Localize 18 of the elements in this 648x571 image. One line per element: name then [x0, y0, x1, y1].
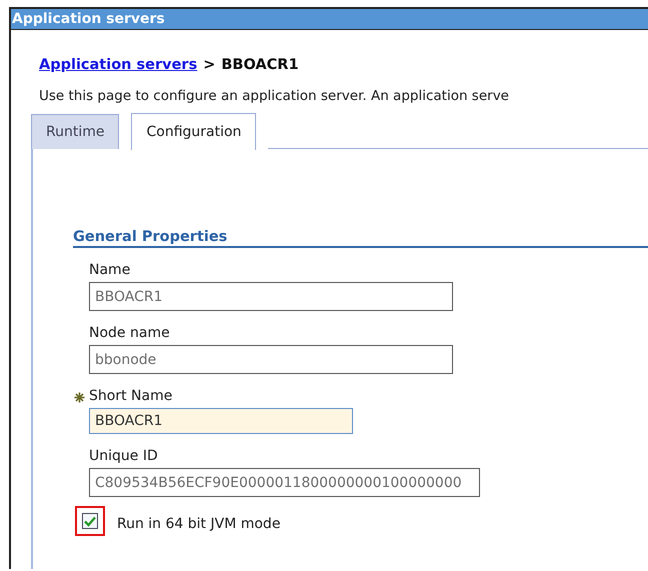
checkbox-label: Run in 64 bit JVM mode	[117, 516, 280, 532]
field-label: Short Name	[89, 388, 172, 404]
breadcrumb-current: BBOACR1	[221, 57, 299, 73]
input-field[interactable]: BBOACR1	[89, 282, 453, 311]
field-label: Name	[89, 262, 130, 278]
section-heading: General Properties	[73, 229, 648, 248]
breadcrumb-separator: >	[203, 57, 216, 73]
field-label: Unique ID	[89, 448, 158, 464]
tab[interactable]: Configuration	[131, 113, 256, 150]
input-field[interactable]: BBOACR1	[89, 408, 353, 434]
tab[interactable]: Runtime	[31, 114, 120, 149]
input-field[interactable]: bbonode	[89, 345, 453, 374]
window-title: Application servers	[11, 9, 648, 30]
breadcrumb-link[interactable]: Application servers	[39, 57, 198, 73]
page-description: Use this page to configure an application server. An application serve	[39, 88, 510, 104]
checkbox[interactable]	[82, 513, 98, 529]
input-field[interactable]: C809534B56ECF90E0000011800000000100000000	[89, 468, 480, 497]
field-label: Node name	[89, 325, 170, 341]
